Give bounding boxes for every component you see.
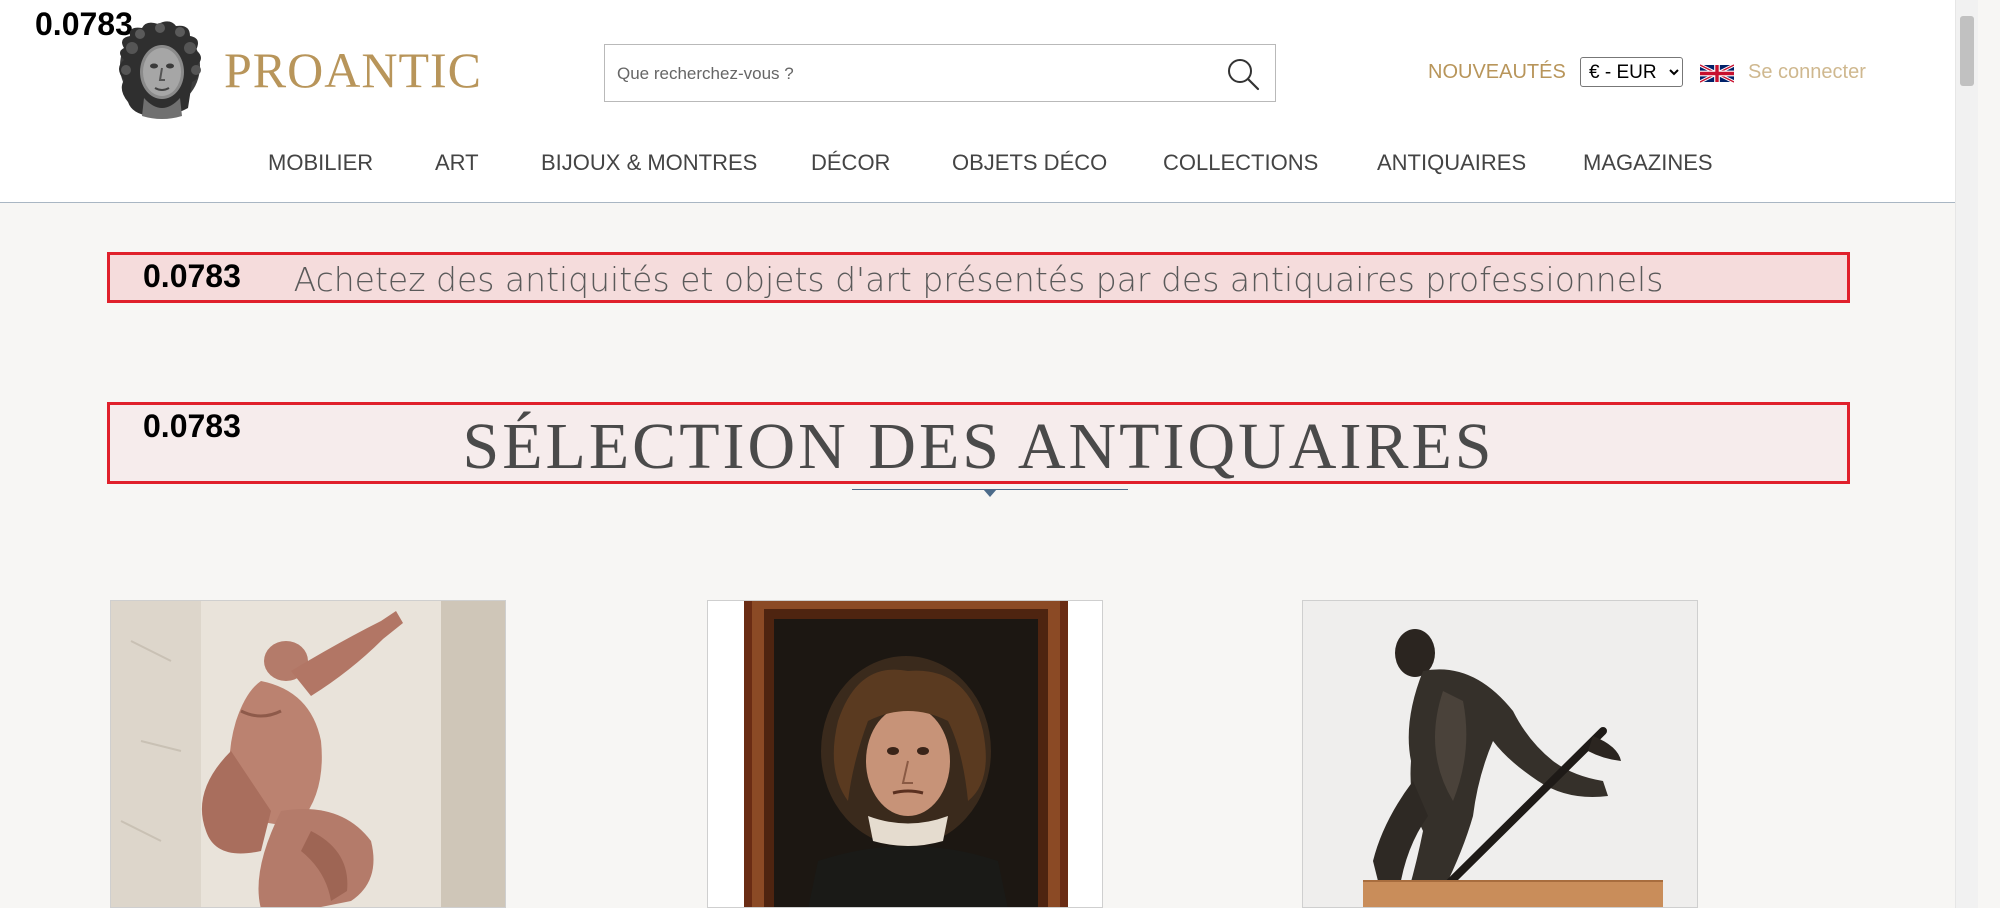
product-card-2[interactable] <box>707 600 1103 908</box>
search-input[interactable] <box>615 45 1219 103</box>
nav-item-magazines[interactable]: MAGAZINES <box>1583 148 1713 178</box>
login-link[interactable]: Se connecter <box>1748 62 1866 82</box>
section-title: SÉLECTION DES ANTIQUAIRES <box>462 410 1495 483</box>
main-nav: MOBILIER ART BIJOUX & MONTRES DÉCOR OBJE… <box>0 148 1978 178</box>
vertical-scrollbar[interactable] <box>1955 0 1978 908</box>
site-header: 0.0783 PROANTIC NOUVEAUTÉS € <box>0 0 1978 203</box>
terracotta-sculpture-image[interactable] <box>111 601 506 908</box>
nav-item-art[interactable]: ART <box>435 148 479 178</box>
search-icon[interactable] <box>1225 56 1261 92</box>
product-card-1[interactable] <box>110 600 506 908</box>
divider-arrow-icon <box>983 489 997 497</box>
new-arrivals-link[interactable]: NOUVEAUTÉS <box>1428 62 1566 82</box>
tagline: Achetez des antiquités et objets d'art p… <box>293 260 1664 299</box>
nav-item-collections[interactable]: COLLECTIONS <box>1163 148 1318 178</box>
search-bar <box>604 44 1276 103</box>
nav-item-bijoux-montres[interactable]: BIJOUX & MONTRES <box>541 148 757 178</box>
page: 0.0783 PROANTIC NOUVEAUTÉS € <box>0 0 1978 908</box>
section-header: 0.0783 SÉLECTION DES ANTIQUAIRES <box>107 402 1850 484</box>
uk-flag-icon[interactable] <box>1700 61 1734 86</box>
tagline-banner: 0.0783 Achetez des antiquités et objets … <box>107 252 1850 303</box>
bronze-worker-statue-image[interactable] <box>1303 601 1698 908</box>
currency-select[interactable]: € - EUR <box>1580 57 1683 87</box>
brand-name[interactable]: PROANTIC <box>224 45 482 95</box>
nav-item-antiquaires[interactable]: ANTIQUAIRES <box>1377 148 1526 178</box>
nav-item-mobilier[interactable]: MOBILIER <box>268 148 373 178</box>
nav-item-decor[interactable]: DÉCOR <box>811 148 890 178</box>
scrollbar-thumb[interactable] <box>1960 16 1974 86</box>
nav-item-objets-deco[interactable]: OBJETS DÉCO <box>952 148 1107 178</box>
logo-bust-icon[interactable] <box>110 18 210 120</box>
product-card-3[interactable] <box>1302 600 1698 908</box>
framed-portrait-painting-image[interactable] <box>708 601 1103 908</box>
